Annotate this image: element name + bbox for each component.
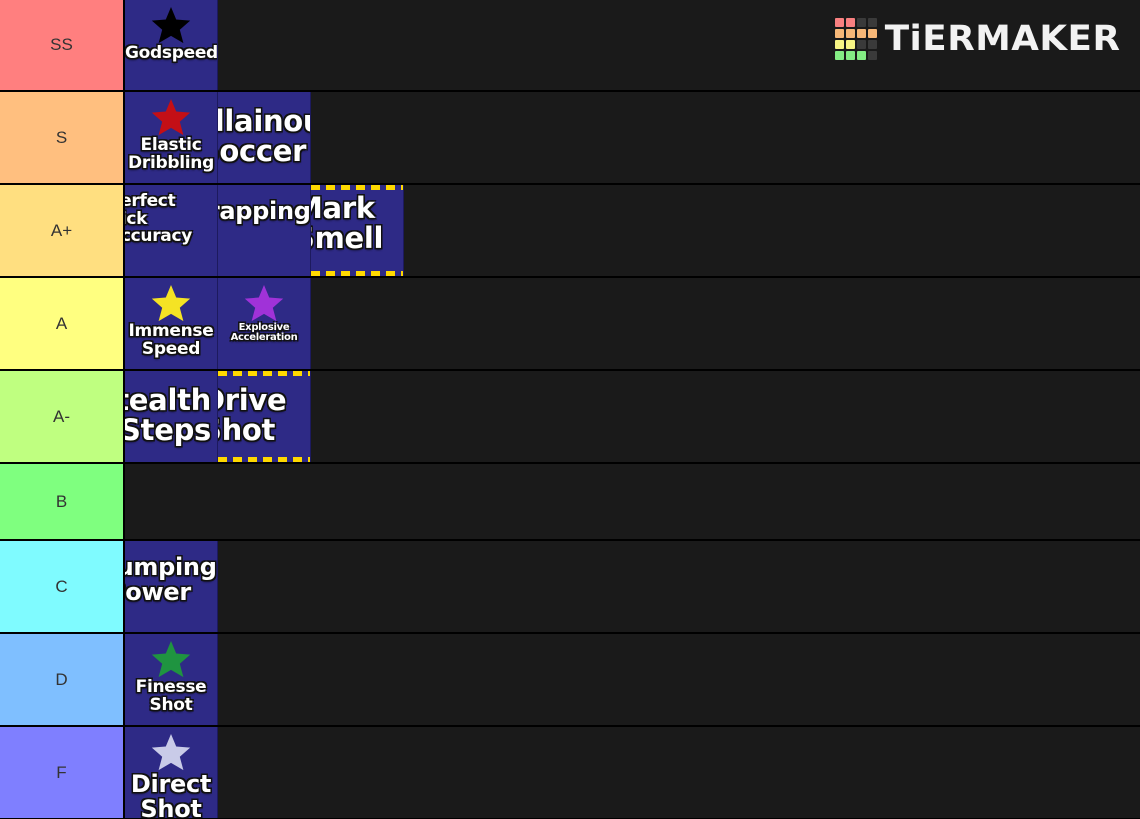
logo-cell-0-0 — [834, 18, 844, 27]
tier-label[interactable]: SS — [0, 0, 125, 90]
tier-dropzone[interactable]: Immense Speed Explosive Acceleration — [125, 278, 1140, 369]
tier-item-label: VillainousSoccer — [218, 104, 310, 169]
tier-item-label: Trapping — [218, 197, 311, 225]
tier-item-label-line: Power — [125, 577, 191, 606]
tier-label[interactable]: C — [0, 541, 125, 632]
tier-item-label-line: Godspeed — [125, 43, 218, 63]
tier-item-label: StealthSteps — [125, 385, 217, 445]
logo-cell-3-1 — [845, 51, 855, 60]
tiermaker-logo: TiERMAKER — [834, 18, 1121, 60]
tier-item-label-line: Villainous — [218, 104, 310, 138]
tier-item-label-line: Acceleration — [230, 332, 298, 344]
star-icon — [151, 641, 191, 678]
logo-cell-0-2 — [856, 18, 866, 27]
tier-item-label-line: Direct — [130, 770, 212, 798]
tier-item-card[interactable]: DriveShot — [218, 371, 311, 462]
tier-row-f[interactable]: F Direct Shot — [0, 727, 1140, 819]
tier-item-label: Explosive Acceleration — [218, 322, 310, 344]
tier-item-label-line: Jumping — [125, 553, 217, 581]
tier-label[interactable]: A- — [0, 371, 125, 462]
tier-item-label-line: Soccer — [218, 134, 307, 169]
tier-label[interactable]: F — [0, 727, 125, 818]
tier-item-label: Elastic Dribbling — [125, 136, 217, 173]
tier-dropzone[interactable]: JumpingPower — [125, 541, 1140, 632]
tier-item-card[interactable]: JumpingPower — [125, 541, 218, 632]
tier-item-label: PerfectKickAccuracy — [125, 192, 217, 247]
logo-cell-2-0 — [834, 40, 844, 49]
tier-item-label-line: Stealth — [125, 383, 211, 417]
tier-label[interactable]: S — [0, 92, 125, 183]
tier-row-s[interactable]: SElasticDribblingVillainousSoccer — [0, 92, 1140, 185]
tier-item-label-line: Drive — [218, 383, 287, 417]
tier-row-a[interactable]: A Immense Speed Explosive Acceleration — [0, 278, 1140, 371]
tier-item-label-line: Shot — [218, 413, 276, 448]
star-icon — [244, 285, 284, 322]
logo-cell-1-1 — [845, 29, 855, 38]
tier-dropzone[interactable]: Direct Shot — [125, 727, 1140, 818]
tierlist-app: TiERMAKER SSGodspeed SElasticDribblingVil… — [0, 0, 1140, 819]
tier-label[interactable]: D — [0, 634, 125, 725]
tier-dropzone[interactable] — [125, 464, 1140, 539]
tier-item-label: MarkSmell — [311, 191, 403, 256]
tier-item-label: DriveShot — [218, 383, 310, 448]
tier-item-card[interactable]: StealthSteps — [125, 371, 218, 462]
tier-row-d[interactable]: D Finesse Shot — [0, 634, 1140, 727]
tier-row-aplus[interactable]: A+PerfectKickAccuracyTrappingMarkSmell — [0, 185, 1140, 278]
tier-item-label: Godspeed — [125, 43, 218, 63]
tier-item-card[interactable]: Elastic Dribbling — [125, 92, 218, 183]
tier-dropzone[interactable]: StealthStepsDriveShot — [125, 371, 1140, 462]
tier-row-aminus[interactable]: A-StealthStepsDriveShot — [0, 371, 1140, 464]
tier-item-label: Direct Shot — [125, 772, 217, 818]
tier-item-label: Immense Speed — [125, 322, 217, 359]
tier-item-label: Finesse Shot — [125, 678, 217, 715]
tier-dropzone[interactable]: PerfectKickAccuracyTrappingMarkSmell — [125, 185, 1140, 276]
tiermaker-wordmark: TiERMAKER — [884, 18, 1121, 59]
tier-item-label-line: Accuracy — [125, 226, 193, 247]
tier-item-label-line: Dribbling — [128, 152, 214, 173]
tier-rows: SSGodspeed SElasticDribblingVillainousSoc… — [0, 0, 1140, 819]
tier-item-label-line: Mark — [311, 191, 375, 225]
tier-item-label-line: Steps — [125, 413, 211, 448]
logo-cell-2-3 — [867, 40, 877, 49]
tier-item-label-line: Shot — [149, 694, 193, 715]
logo-cell-3-3 — [867, 51, 877, 60]
tier-item-card[interactable]: Godspeed — [125, 0, 218, 90]
star-icon — [151, 285, 191, 322]
tier-item-card[interactable]: Finesse Shot — [125, 634, 218, 725]
tier-label[interactable]: A+ — [0, 185, 125, 276]
tier-item-card[interactable]: Explosive Acceleration — [218, 278, 311, 369]
tier-row-b[interactable]: B — [0, 464, 1140, 541]
logo-cell-2-1 — [845, 40, 855, 49]
tier-item-card[interactable]: Trapping — [218, 185, 311, 276]
tier-label[interactable]: A — [0, 278, 125, 369]
tier-item-label-line: Shot — [140, 794, 202, 818]
tier-item-card[interactable]: PerfectKickAccuracy — [125, 185, 218, 276]
tier-item-card[interactable]: VillainousSoccer — [218, 92, 311, 183]
tier-item-card[interactable]: Direct Shot — [125, 727, 218, 818]
logo-cell-1-0 — [834, 29, 844, 38]
tier-item-label-line: Speed — [141, 338, 201, 359]
tier-dropzone[interactable]: Finesse Shot — [125, 634, 1140, 725]
logo-cell-0-3 — [867, 18, 877, 27]
logo-cell-0-1 — [845, 18, 855, 27]
tier-item-card[interactable]: MarkSmell — [311, 185, 404, 276]
tiermaker-logo-grid — [834, 18, 877, 60]
tier-item-card[interactable]: Immense Speed — [125, 278, 218, 369]
tier-item-label-line: Smell — [311, 221, 384, 256]
tier-row-c[interactable]: CJumpingPower — [0, 541, 1140, 634]
logo-cell-3-0 — [834, 51, 844, 60]
logo-cell-1-2 — [856, 29, 866, 38]
star-icon — [151, 99, 191, 136]
logo-cell-2-2 — [856, 40, 866, 49]
star-icon — [151, 7, 191, 44]
tier-label[interactable]: B — [0, 464, 125, 539]
tier-item-label-line: Trapping — [218, 197, 311, 225]
tier-item-label: JumpingPower — [125, 553, 217, 606]
logo-cell-1-3 — [867, 29, 877, 38]
star-icon — [151, 734, 191, 771]
logo-cell-3-2 — [856, 51, 866, 60]
tier-dropzone[interactable]: ElasticDribblingVillainousSoccer — [125, 92, 1140, 183]
